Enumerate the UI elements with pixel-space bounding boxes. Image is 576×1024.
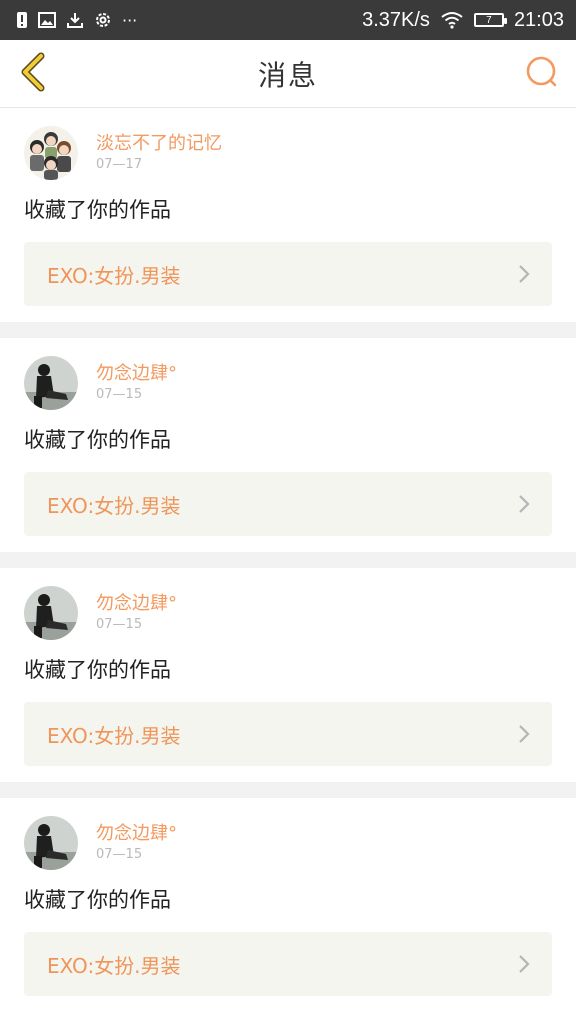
work-title: EXO:女扮.男装 <box>47 263 181 288</box>
user-info: 勿念边肆° 07—15 <box>96 363 177 403</box>
message-date: 07—15 <box>96 847 143 862</box>
chevron-right-icon <box>518 494 530 514</box>
battery-icon: 7 <box>473 13 507 27</box>
status-bar-right: 3.37K/s 7 21:03 <box>362 9 564 32</box>
chevron-right-icon <box>518 264 530 284</box>
message-header: 淡忘不了的记忆 07—17 <box>24 126 552 180</box>
message-date: 07—15 <box>96 617 143 632</box>
status-bar-left: ··· <box>16 11 137 30</box>
work-title: EXO:女扮.男装 <box>47 493 181 518</box>
work-link[interactable]: EXO:女扮.男装 <box>24 932 552 996</box>
message-header: 勿念边肆° 07—15 <box>24 586 552 640</box>
message-date: 07—17 <box>96 157 143 172</box>
avatar[interactable] <box>24 126 78 180</box>
message-item: 勿念边肆° 07—15 收藏了你的作品 EXO:女扮.男装 <box>0 338 576 552</box>
user-info: 勿念边肆° 07—15 <box>96 823 177 863</box>
action-text: 收藏了你的作品 <box>24 428 171 452</box>
user-info: 勿念边肆° 07—15 <box>96 593 177 633</box>
status-bar: ··· 3.37K/s 7 21:03 <box>0 0 576 40</box>
username[interactable]: 勿念边肆° <box>96 823 177 845</box>
network-speed: 3.37K/s <box>362 8 430 31</box>
back-button[interactable] <box>14 52 54 96</box>
action-text: 收藏了你的作品 <box>24 888 171 912</box>
work-title: EXO:女扮.男装 <box>47 723 181 748</box>
settings-gear-icon <box>94 11 112 29</box>
message-item: 勿念边肆° 07—15 收藏了你的作品 EXO:女扮.男装 <box>0 568 576 782</box>
message-date: 07—15 <box>96 387 143 402</box>
chevron-left-icon <box>19 52 49 96</box>
message-header: 勿念边肆° 07—15 <box>24 816 552 870</box>
alert-icon <box>16 11 28 29</box>
avatar[interactable] <box>24 356 78 410</box>
user-info: 淡忘不了的记忆 07—17 <box>96 133 222 173</box>
page-title: 消息 <box>257 58 318 92</box>
message-header: 勿念边肆° 07—15 <box>24 356 552 410</box>
separator <box>0 552 576 568</box>
work-link[interactable]: EXO:女扮.男装 <box>24 242 552 306</box>
chevron-right-icon <box>518 954 530 974</box>
clock: 21:03 <box>513 8 564 31</box>
username[interactable]: 勿念边肆° <box>96 593 177 615</box>
download-icon <box>66 11 84 29</box>
work-link[interactable]: EXO:女扮.男装 <box>24 702 552 766</box>
username[interactable]: 淡忘不了的记忆 <box>96 133 222 155</box>
action-text: 收藏了你的作品 <box>24 198 171 222</box>
chevron-right-icon <box>518 724 530 744</box>
separator <box>0 782 576 798</box>
top-nav-bar: 消息 <box>0 40 576 108</box>
battery-level: 7 <box>486 14 492 26</box>
username[interactable]: 勿念边肆° <box>96 363 177 385</box>
action-text: 收藏了你的作品 <box>24 658 171 682</box>
search-button[interactable] <box>522 54 562 94</box>
search-icon <box>524 54 560 94</box>
more-notifications-indicator: ··· <box>122 10 138 30</box>
message-list: 淡忘不了的记忆 07—17 收藏了你的作品 EXO:女扮.男装 勿念边肆° 07… <box>0 108 576 1012</box>
avatar[interactable] <box>24 586 78 640</box>
image-icon <box>38 12 56 28</box>
avatar[interactable] <box>24 816 78 870</box>
work-title: EXO:女扮.男装 <box>47 953 181 978</box>
work-link[interactable]: EXO:女扮.男装 <box>24 472 552 536</box>
message-item: 勿念边肆° 07—15 收藏了你的作品 EXO:女扮.男装 <box>0 798 576 1012</box>
wifi-icon <box>440 11 464 29</box>
message-item: 淡忘不了的记忆 07—17 收藏了你的作品 EXO:女扮.男装 <box>0 108 576 322</box>
separator <box>0 322 576 338</box>
